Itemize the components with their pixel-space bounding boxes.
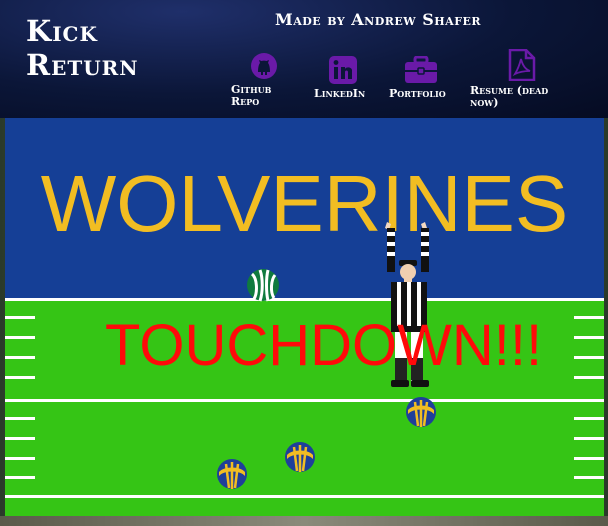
game-canvas[interactable]: WOLVERINES TOUCHDOWN!!! [5, 118, 604, 520]
author-credit: Made by Andrew Shafer [275, 10, 482, 29]
player-helmet [285, 442, 315, 472]
touchdown-message: TOUCHDOWN!!! [105, 313, 543, 378]
hash-mark [5, 417, 35, 420]
yard-line [5, 495, 604, 498]
portfolio-link[interactable]: Portfolio [389, 56, 446, 100]
hash-mark [5, 437, 35, 440]
hash-mark [574, 437, 604, 440]
resume-link[interactable]: Resume (dead now) [470, 49, 570, 109]
hash-mark [574, 457, 604, 460]
portfolio-label: Portfolio [389, 87, 446, 100]
hash-mark [574, 356, 604, 359]
yard-line [5, 399, 604, 402]
hash-mark [574, 336, 604, 339]
hash-mark [5, 356, 35, 359]
resume-label: Resume (dead now) [470, 84, 549, 109]
opponent-helmet [247, 269, 279, 302]
hash-mark [5, 476, 35, 479]
pdf-file-icon [508, 49, 570, 81]
hash-mark [5, 336, 35, 339]
endzone-team-name: WOLVERINES [40, 159, 569, 248]
endzone: WOLVERINES [5, 118, 604, 298]
hash-mark [574, 316, 604, 319]
briefcase-icon [404, 56, 446, 84]
github-icon [250, 52, 291, 80]
linkedin-icon [329, 56, 365, 84]
hash-mark [5, 457, 35, 460]
player-helmet [217, 459, 247, 489]
goal-line [5, 298, 604, 301]
hash-mark [5, 376, 35, 379]
game-title: Kick Return [26, 14, 139, 82]
linkedin-label: LinkedIn [314, 87, 366, 100]
hash-mark [574, 376, 604, 379]
title-line-1: Kick [26, 14, 98, 48]
github-repo-link[interactable]: Github Repo [231, 52, 291, 108]
hash-mark [574, 417, 604, 420]
header-bar: Kick Return Made by Andrew Shafer Github… [0, 0, 608, 118]
hash-mark [574, 476, 604, 479]
linkedin-link[interactable]: LinkedIn [314, 56, 365, 100]
player-helmet [406, 397, 436, 427]
stadium-bottom [0, 516, 608, 526]
hash-mark [5, 316, 35, 319]
github-repo-label: Github Repo [231, 83, 272, 108]
title-line-2: Return [26, 48, 139, 82]
